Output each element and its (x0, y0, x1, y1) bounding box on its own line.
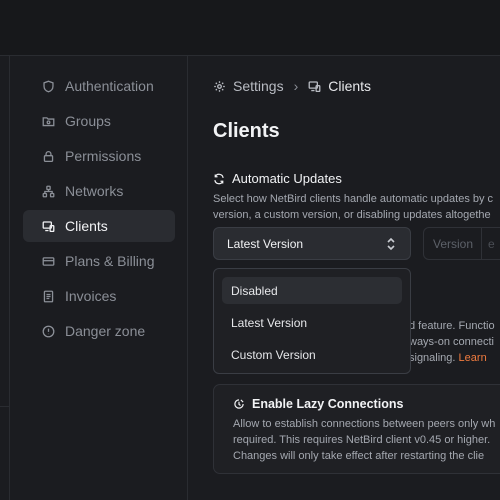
devices-icon (308, 80, 321, 93)
devices-icon (41, 219, 55, 233)
update-mode-dropdown: Disabled Latest Version Custom Version (213, 268, 411, 374)
sidebar-item-label: Permissions (65, 148, 142, 164)
sidebar-item-label: Plans & Billing (65, 253, 155, 269)
sidebar-item-permissions[interactable]: Permissions (23, 140, 175, 172)
settings-main: Settings › Clients Clients Automatic Upd… (189, 56, 500, 500)
lazy-connections-line-1: Allow to establish connections between p… (233, 418, 496, 430)
top-bar (0, 0, 500, 56)
sidebar-item-invoices[interactable]: Invoices (23, 280, 175, 312)
automatic-updates-label: Automatic Updates (232, 171, 342, 186)
lazy-connections-label: Enable Lazy Connections (252, 397, 404, 411)
lazy-connections-card: Enable Lazy Connections Allow to establi… (213, 384, 500, 474)
breadcrumb: Settings › Clients (213, 78, 371, 94)
groups-icon (41, 114, 55, 128)
lazy-connections-title: Enable Lazy Connections (233, 397, 403, 411)
option-custom-version[interactable]: Custom Version (222, 341, 402, 368)
breadcrumb-separator: › (293, 78, 299, 94)
automatic-updates-description: Select how NetBird clients handle automa… (213, 191, 500, 223)
automatic-updates-title: Automatic Updates (213, 171, 342, 186)
version-input[interactable]: Version e (423, 227, 500, 260)
alert-icon (41, 324, 55, 338)
breadcrumb-settings[interactable]: Settings (233, 78, 284, 94)
obscured-feature-line-2: ways-on connecti (409, 336, 494, 348)
sidebar-item-clients[interactable]: Clients (23, 210, 175, 242)
sidebar-item-groups[interactable]: Groups (23, 105, 175, 137)
sidebar-item-authentication[interactable]: Authentication (23, 70, 175, 102)
sidebar-item-label: Authentication (65, 78, 154, 94)
refresh-icon (213, 173, 232, 185)
sidebar-item-plans-billing[interactable]: Plans & Billing (23, 245, 175, 277)
option-latest-version[interactable]: Latest Version (222, 309, 402, 336)
lazy-connections-description: Allow to establish connections between p… (233, 416, 495, 464)
sidebar-item-label: Clients (65, 218, 108, 234)
sidebar-item-danger-zone[interactable]: Danger zone (23, 315, 175, 347)
page-title: Clients (213, 120, 280, 142)
document-icon (41, 289, 55, 303)
version-placeholder: Version (433, 236, 474, 251)
automatic-updates-description-line-2: version, a custom version, or disabling … (213, 209, 491, 221)
automatic-updates-description-line-1: Select how NetBird clients handle automa… (213, 193, 494, 205)
obscured-feature-line-3: signaling. Learn (409, 350, 500, 366)
learn-more-link[interactable]: Learn (459, 352, 487, 364)
shield-icon (41, 79, 55, 93)
sidebar-item-label: Danger zone (65, 323, 146, 339)
lazy-connections-line-3: Changes will only take effect after rest… (233, 450, 485, 462)
obscured-feature-signaling: signaling. (409, 352, 456, 364)
sidebar-item-label: Networks (65, 183, 124, 199)
credit-card-icon (41, 254, 55, 268)
left-rail (0, 56, 10, 500)
sidebar-item-label: Groups (65, 113, 111, 129)
settings-sidebar: Authentication Groups Permissions Networ… (11, 56, 188, 500)
option-disabled[interactable]: Disabled (222, 277, 402, 304)
network-icon (41, 184, 55, 198)
sidebar-item-networks[interactable]: Networks (23, 175, 175, 207)
breadcrumb-clients: Clients (328, 78, 372, 94)
sidebar-item-label: Invoices (65, 288, 117, 304)
lazy-connections-line-2: required. This requires NetBird client v… (233, 434, 491, 446)
version-example: e (481, 227, 495, 260)
lock-icon (41, 149, 55, 163)
update-mode-selected-value: Latest Version (227, 236, 304, 251)
timer-icon (233, 398, 252, 410)
gear-icon (213, 80, 226, 93)
obscured-feature-line-1: d feature. Functio (409, 320, 495, 332)
chevron-up-down-icon (386, 237, 396, 251)
update-mode-select[interactable]: Latest Version (213, 227, 411, 260)
left-rail-divider (0, 406, 10, 407)
obscured-feature-text: d feature. Functio ways-on connecti sign… (409, 318, 500, 366)
